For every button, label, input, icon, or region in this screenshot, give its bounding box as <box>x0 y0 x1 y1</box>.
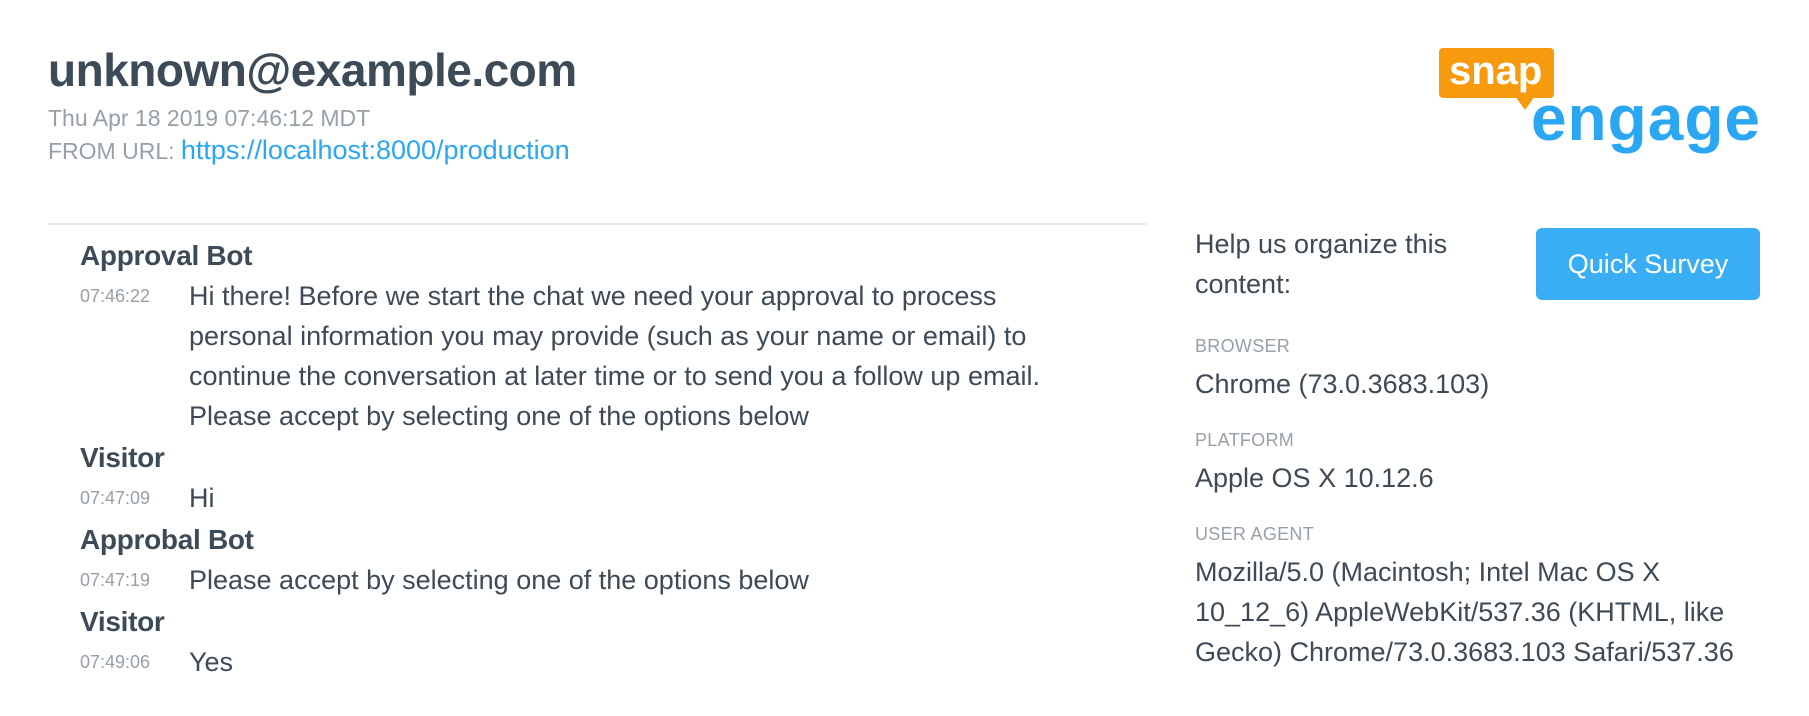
user-agent-label: USER AGENT <box>1195 524 1315 544</box>
header: unknown@example.com Thu Apr 18 2019 07:4… <box>48 40 577 167</box>
speaker-name: Visitor <box>80 606 165 637</box>
message-text: Hi <box>189 483 215 513</box>
message-row: 07:46:22 Hi there! Before we start the c… <box>80 276 1100 436</box>
message-text: Hi there! Before we start the chat we ne… <box>189 281 1040 431</box>
info-sidebar: Help us organize this content: Quick Sur… <box>1195 224 1761 672</box>
page-title: unknown@example.com <box>48 44 577 96</box>
survey-prompt: Help us organize this content: Quick Sur… <box>1195 224 1761 310</box>
chat-transcript: Approval Bot 07:46:22 Hi there! Before w… <box>80 236 1100 684</box>
chat-date: Thu Apr 18 2019 07:46:12 MDT <box>48 105 371 131</box>
message-time: 07:46:22 <box>80 286 151 306</box>
message-time: 07:49:06 <box>80 652 151 672</box>
message-time: 07:47:19 <box>80 570 151 590</box>
platform-label: PLATFORM <box>1195 430 1295 450</box>
message-row: 07:49:06 Yes <box>80 642 1100 682</box>
message-row: 07:47:09 Hi <box>80 478 1100 518</box>
message-time: 07:47:09 <box>80 488 151 508</box>
speaker-name: Approbal Bot <box>80 524 254 555</box>
message-block: Visitor 07:49:06 Yes <box>80 602 1100 682</box>
user-agent-value: Mozilla/5.0 (Macintosh; Intel Mac OS X 1… <box>1195 557 1734 667</box>
message-block: Approval Bot 07:46:22 Hi there! Before w… <box>80 236 1100 436</box>
from-url-link[interactable]: https://localhost:8000/production <box>181 135 570 165</box>
platform-value: Apple OS X 10.12.6 <box>1195 463 1434 493</box>
message-block: Visitor 07:47:09 Hi <box>80 438 1100 518</box>
message-block: Approbal Bot 07:47:19 Please accept by s… <box>80 520 1100 600</box>
browser-value: Chrome (73.0.3683.103) <box>1195 369 1490 399</box>
transcript-page: unknown@example.com Thu Apr 18 2019 07:4… <box>0 0 1809 716</box>
browser-label: BROWSER <box>1195 336 1291 356</box>
from-url-row: FROM URL: https://localhost:8000/product… <box>48 134 577 167</box>
message-text: Yes <box>189 647 234 677</box>
help-text: Help us organize this content: <box>1195 229 1448 299</box>
snapengage-logo: snap engage <box>1439 46 1761 156</box>
message-row: 07:47:19 Please accept by selecting one … <box>80 560 1100 600</box>
divider <box>48 223 1146 225</box>
quick-survey-button[interactable]: Quick Survey <box>1536 228 1760 300</box>
logo-engage: engage <box>1530 82 1761 154</box>
speaker-name: Approval Bot <box>80 240 253 271</box>
message-text: Please accept by selecting one of the op… <box>189 565 809 595</box>
from-url-label: FROM URL: <box>48 138 175 164</box>
speaker-name: Visitor <box>80 442 165 473</box>
